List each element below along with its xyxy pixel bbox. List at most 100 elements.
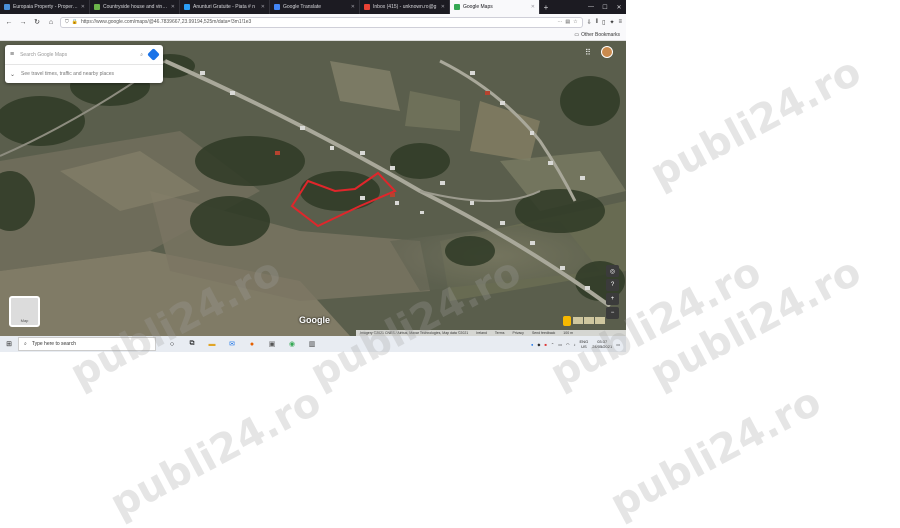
network-icon[interactable]: ● [531, 342, 533, 347]
url-text[interactable]: https://www.google.com/maps/@46.7839667,… [81, 19, 554, 25]
notification-icon[interactable]: ▭ [616, 342, 620, 347]
windows-taskbar: ⊞ ⌕ Type here to search ○ ⧉ ▬ ✉ ● ▣ ◉ ▥ … [0, 336, 626, 352]
cortana-icon[interactable]: ○ [162, 336, 182, 352]
forward-icon[interactable]: → [18, 17, 28, 27]
tab-inbox[interactable]: Inbox (415) - unknown.ro@g ✕ [360, 0, 450, 14]
feedback-link[interactable]: Send feedback [532, 331, 555, 335]
apps-grid-icon[interactable]: ⠿ [585, 48, 591, 57]
street-view-pegman-icon[interactable] [563, 316, 571, 326]
extension-icon[interactable]: ✦ [609, 19, 614, 26]
date-text: 24/05/2021 [592, 344, 613, 349]
tab-label: Europaia Property - Properties [13, 4, 78, 10]
download-icon[interactable]: ⇩ [587, 19, 592, 26]
minimize-icon[interactable]: — [584, 0, 598, 14]
wifi-icon[interactable]: ◠ [566, 342, 570, 347]
navigation-toolbar: ← → ↻ ⌂ ⛉ 🔒 https://www.google.com/maps/… [0, 14, 626, 30]
library-icon[interactable]: ⫴ [596, 19, 599, 26]
close-icon[interactable]: ✕ [351, 4, 355, 10]
thumbnail[interactable] [584, 317, 594, 324]
tab-anunturi[interactable]: Anunturi Gratuite - Piata # n ✕ [180, 0, 270, 14]
browser-tab-strip: Europaia Property - Properties ✕ Countrys… [0, 0, 626, 14]
layers-button[interactable]: Map [9, 296, 40, 327]
favicon-icon [274, 4, 280, 10]
back-icon[interactable]: ← [4, 17, 14, 27]
volume-icon[interactable]: ♪ [574, 342, 576, 347]
favicon-icon [184, 4, 190, 10]
task-view-icon[interactable]: ⧉ [182, 336, 202, 352]
tab-countryside[interactable]: Countryside house and vineyard ✕ [90, 0, 180, 14]
taskbar-search-input[interactable]: Type here to search [32, 341, 76, 347]
language-indicator[interactable]: ENG US [580, 339, 589, 349]
windows-start-icon[interactable]: ⊞ [0, 336, 18, 352]
my-location-icon[interactable]: ◎ [606, 265, 619, 277]
language-region: US [581, 344, 587, 349]
search-input[interactable]: Search Google Maps [20, 52, 134, 58]
home-icon[interactable]: ⌂ [46, 17, 56, 27]
privacy-link[interactable]: Privacy [512, 331, 523, 335]
url-bar[interactable]: ⛉ 🔒 https://www.google.com/maps/@46.7839… [60, 16, 583, 28]
clock[interactable]: 03:37 24/05/2021 [592, 339, 612, 349]
mail-icon[interactable]: ✉ [222, 336, 242, 352]
folder-icon: ▭ [574, 32, 580, 38]
satellite-imagery [0, 41, 626, 336]
travel-hint-row[interactable]: ⌄ See travel times, traffic and nearby p… [5, 64, 163, 83]
close-icon[interactable]: ✕ [81, 4, 85, 10]
chevron-down-icon: ⌄ [10, 71, 16, 78]
thumbnail[interactable] [573, 317, 583, 324]
satellite-map[interactable]: ≡ Search Google Maps ⌕ ⌄ See travel time… [0, 41, 626, 336]
more-actions-icon[interactable]: ⋯ [557, 19, 562, 25]
window-controls: — ☐ ✕ [584, 0, 626, 14]
pinned-apps: ○ ⧉ ▬ ✉ ● ▣ ◉ ▥ [162, 336, 322, 352]
tab-translate[interactable]: Google Translate ✕ [270, 0, 360, 14]
desktop-screenshot: Europaia Property - Properties ✕ Countrys… [0, 0, 626, 352]
bookmark-star-icon[interactable]: ☆ [573, 19, 577, 25]
store-icon[interactable]: ▣ [262, 336, 282, 352]
close-icon[interactable]: ✕ [441, 4, 445, 10]
new-tab-button[interactable]: + [540, 0, 552, 14]
tab-label: Inbox (415) - unknown.ro@g [373, 4, 437, 10]
chrome-icon[interactable]: ◉ [282, 336, 302, 352]
antivirus-icon[interactable]: ■ [544, 342, 546, 347]
avatar[interactable] [601, 46, 613, 58]
firefox-icon[interactable]: ● [242, 336, 262, 352]
layers-label: Map [20, 318, 29, 323]
reload-icon[interactable]: ↻ [32, 17, 42, 27]
close-icon[interactable]: ✕ [171, 4, 175, 10]
zoom-in-button[interactable]: + [606, 293, 619, 305]
taskbar-search[interactable]: ⌕ Type here to search [18, 337, 156, 351]
close-window-icon[interactable]: ✕ [612, 0, 626, 14]
help-icon[interactable]: ? [606, 279, 619, 291]
favicon-icon [364, 4, 370, 10]
favicon-icon [4, 4, 10, 10]
search-icon[interactable]: ⌕ [140, 52, 143, 58]
toolbar-right: ⇩ ⫴ ▯ ✦ ≡ [587, 19, 622, 26]
terms-link[interactable]: Terms [495, 331, 505, 335]
directions-icon[interactable] [147, 48, 160, 61]
tab-google-maps[interactable]: Google Maps ✕ [450, 0, 540, 14]
sidebar-icon[interactable]: ▯ [602, 19, 605, 26]
app-tray-icon[interactable]: ◆ [537, 342, 540, 347]
close-icon[interactable]: ✕ [261, 4, 265, 10]
close-icon[interactable]: ✕ [531, 4, 535, 10]
watermark: publi24.ro [602, 378, 829, 528]
thumbnail[interactable] [595, 317, 605, 324]
file-explorer-icon[interactable]: ▬ [202, 336, 222, 352]
maximize-icon[interactable]: ☐ [598, 0, 612, 14]
bookmarks-toolbar: ▭ Other Bookmarks [0, 30, 626, 41]
shield-icon: ⛉ [65, 19, 69, 25]
map-controls: ◎ ? + − [606, 265, 619, 319]
tab-label: Countryside house and vineyard [103, 4, 168, 10]
zoom-out-button[interactable]: − [606, 307, 619, 319]
other-bookmarks[interactable]: Other Bookmarks [581, 32, 620, 38]
tab-label: Anunturi Gratuite - Piata # n [193, 4, 255, 10]
chevron-up-icon[interactable]: ⌃ [551, 342, 554, 347]
tab-label: Google Maps [463, 4, 493, 10]
app-icon[interactable]: ▥ [302, 336, 322, 352]
favicon-icon [94, 4, 100, 10]
battery-icon[interactable]: ▭ [558, 342, 562, 347]
menu-icon[interactable]: ≡ [618, 19, 622, 26]
menu-icon[interactable]: ≡ [10, 51, 14, 58]
reader-icon[interactable]: ▤ [565, 19, 570, 25]
tab-europaia[interactable]: Europaia Property - Properties ✕ [0, 0, 90, 14]
region-link[interactable]: Ireland [476, 331, 487, 335]
